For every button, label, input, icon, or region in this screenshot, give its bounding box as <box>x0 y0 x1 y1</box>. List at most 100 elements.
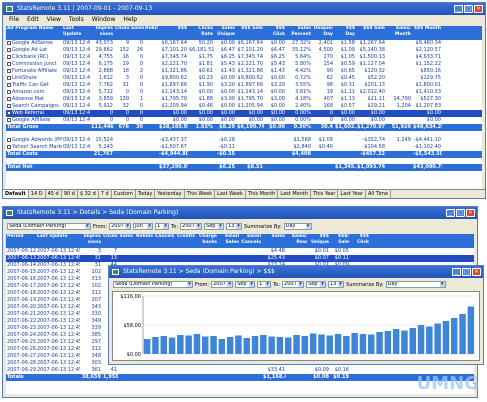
chart-bar[interactable] <box>417 325 425 354</box>
tab-11[interactable]: This Month <box>246 190 279 198</box>
to-year-select[interactable]: 2007 <box>180 223 203 230</box>
column-header[interactable]: Period <box>6 234 36 248</box>
program-select[interactable]: Seda (Domain Parking) <box>7 223 91 230</box>
column-header[interactable]: Sales Percent <box>286 26 312 40</box>
to-month-select[interactable]: Sep <box>204 223 225 230</box>
column-header[interactable]: $$$/ Sale <box>330 234 350 248</box>
column-header[interactable]: Sales <box>130 26 144 40</box>
cost-row[interactable]: Google Adwords (PPC)09/13 12:41 15,524 -$3… <box>6 137 482 144</box>
column-header[interactable]: $$$ Sale <box>236 26 264 40</box>
menu-window[interactable]: Window <box>92 15 116 24</box>
minimize-icon[interactable]: _ <box>454 5 463 13</box>
details-title-bar[interactable]: StatsRemote 3.11 > Details > Seda (Domai… <box>3 207 477 219</box>
column-header[interactable]: $$$ Month <box>412 26 442 40</box>
row-checkbox[interactable] <box>7 47 11 52</box>
table-row[interactable]: 2007-06-12 2007-06-13 12:45 3 7 $4.48 $0.01 $0… <box>6 248 474 255</box>
maximize-icon[interactable]: □ <box>456 209 465 217</box>
row-checkbox[interactable] <box>7 144 11 149</box>
table-row[interactable]: Google AdSense 09/13 12:41 43,073 9 0 $6,167.… <box>6 40 482 47</box>
column-header[interactable]: Impres sions <box>80 234 102 248</box>
column-header[interactable]: $$$ Click <box>264 26 286 40</box>
chart-bar[interactable] <box>260 335 267 354</box>
close-icon[interactable]: ✕ <box>474 5 483 13</box>
chart-bar[interactable] <box>392 329 400 354</box>
table-row[interactable]: Search Campaigns 09/13 12:41 5,912 32 0 $1,20… <box>6 103 482 110</box>
chart-bar[interactable] <box>318 334 325 355</box>
menu-help[interactable]: Help <box>123 15 137 24</box>
chart-bar[interactable] <box>268 336 275 355</box>
chart-bar[interactable] <box>351 333 358 354</box>
tab-9[interactable]: This Week <box>185 190 216 198</box>
row-checkbox[interactable] <box>7 54 11 59</box>
chart-bar[interactable] <box>243 338 250 354</box>
chart-bar[interactable] <box>401 330 408 355</box>
chart-bar[interactable] <box>168 337 176 355</box>
column-header[interactable]: $$$ Sale <box>356 26 386 40</box>
column-header[interactable]: Rebills <box>134 234 154 248</box>
chart-bar[interactable] <box>276 337 284 354</box>
from-month-select[interactable]: Jun <box>133 223 154 230</box>
chart-bar[interactable] <box>143 339 151 354</box>
column-header[interactable]: Sales/ Raw <box>286 234 308 248</box>
tab-8[interactable]: Yesterday <box>155 190 185 198</box>
minimize-icon[interactable]: _ <box>446 209 455 217</box>
summarize-select[interactable]: Day <box>283 223 312 230</box>
tab-3[interactable]: 90 d <box>62 190 78 198</box>
from-month-select[interactable]: Sep <box>235 281 256 288</box>
tab-15[interactable]: All Time <box>366 190 392 198</box>
column-header[interactable]: Sales Unique <box>214 26 236 40</box>
chart-bar[interactable] <box>235 335 242 355</box>
chart-bar[interactable] <box>193 334 201 354</box>
close-icon[interactable]: ✕ <box>472 268 481 276</box>
table-row[interactable]: Google Ad Lat 09/13 12:41 29,662 152 26 $7,10… <box>6 47 482 54</box>
chart-bar[interactable] <box>309 333 317 355</box>
table-row[interactable]: LinkShare 09/13 12:41 1,612 3 0 $9,800.62 $0.2… <box>6 75 482 82</box>
chart-bar[interactable] <box>293 335 300 354</box>
chart-bar[interactable] <box>359 334 367 354</box>
chart-bar[interactable] <box>301 336 309 354</box>
chart-bar[interactable] <box>426 326 433 355</box>
row-checkbox[interactable] <box>7 96 11 101</box>
menu-file[interactable]: File <box>9 15 19 24</box>
chart-bar[interactable] <box>451 318 458 354</box>
tab-0[interactable]: Default <box>3 190 29 198</box>
column-header[interactable]: Rebills <box>144 26 158 40</box>
chart-bar[interactable] <box>185 335 192 355</box>
chart-bar[interactable] <box>160 336 167 354</box>
minimize-icon[interactable]: _ <box>452 268 461 276</box>
menu-tools[interactable]: Tools <box>69 15 84 24</box>
column-header[interactable]: Impres sions <box>90 26 114 40</box>
menu-edit[interactable]: Edit <box>27 15 39 24</box>
column-header[interactable]: Sales <box>262 234 286 248</box>
tab-6[interactable]: Custom <box>112 190 136 198</box>
chart-bar[interactable] <box>343 336 350 354</box>
chart-bar[interactable] <box>152 337 159 354</box>
column-header[interactable]: Email Cancels <box>240 234 262 248</box>
tab-10[interactable]: Last Week <box>215 190 246 198</box>
tab-2[interactable]: 45 d <box>46 190 62 198</box>
column-header[interactable]: $$$ Click <box>350 234 370 248</box>
column-header[interactable]: Sales/ Month <box>386 26 412 40</box>
chart-bar[interactable] <box>218 339 226 354</box>
table-row[interactable]: 2007-06-13 2007-06-13 12:45 31 13 $25.43 $0.0… <box>6 255 474 262</box>
column-header[interactable]: Email Sales <box>218 234 240 248</box>
close-icon[interactable]: ✕ <box>466 209 475 217</box>
from-year-select[interactable]: 2007 <box>211 281 234 288</box>
chart-bar[interactable] <box>368 334 375 355</box>
column-header[interactable]: Charge backs <box>196 234 218 248</box>
column-header[interactable]: Ad Program Name <box>6 26 62 40</box>
to-month-select[interactable]: Sep <box>306 281 327 288</box>
row-checkbox[interactable] <box>7 117 11 122</box>
from-day-select[interactable]: 1 <box>257 281 272 288</box>
table-row[interactable]: Web Referral 09/13 12:41 0 0 0 $0.00 $0.00 $0.0… <box>6 110 482 117</box>
summary-table[interactable]: Ad Program Name Last Update Impres sions Cl… <box>6 26 482 189</box>
to-day-select[interactable]: 13 <box>226 223 243 230</box>
chart-bar[interactable] <box>326 335 333 355</box>
chart-bar[interactable] <box>226 337 234 354</box>
chart-bar[interactable] <box>334 334 342 354</box>
maximize-icon[interactable]: □ <box>462 268 471 276</box>
chart-bar[interactable] <box>459 314 466 354</box>
chart-bar[interactable] <box>434 323 441 355</box>
table-row[interactable]: Fortunate Affiliate 09/13 12:41 2,888 18 2 $1… <box>6 68 482 75</box>
table-row[interactable]: Commission Junct 09/13 12:41 6,175 19 0 $2,22… <box>6 61 482 68</box>
